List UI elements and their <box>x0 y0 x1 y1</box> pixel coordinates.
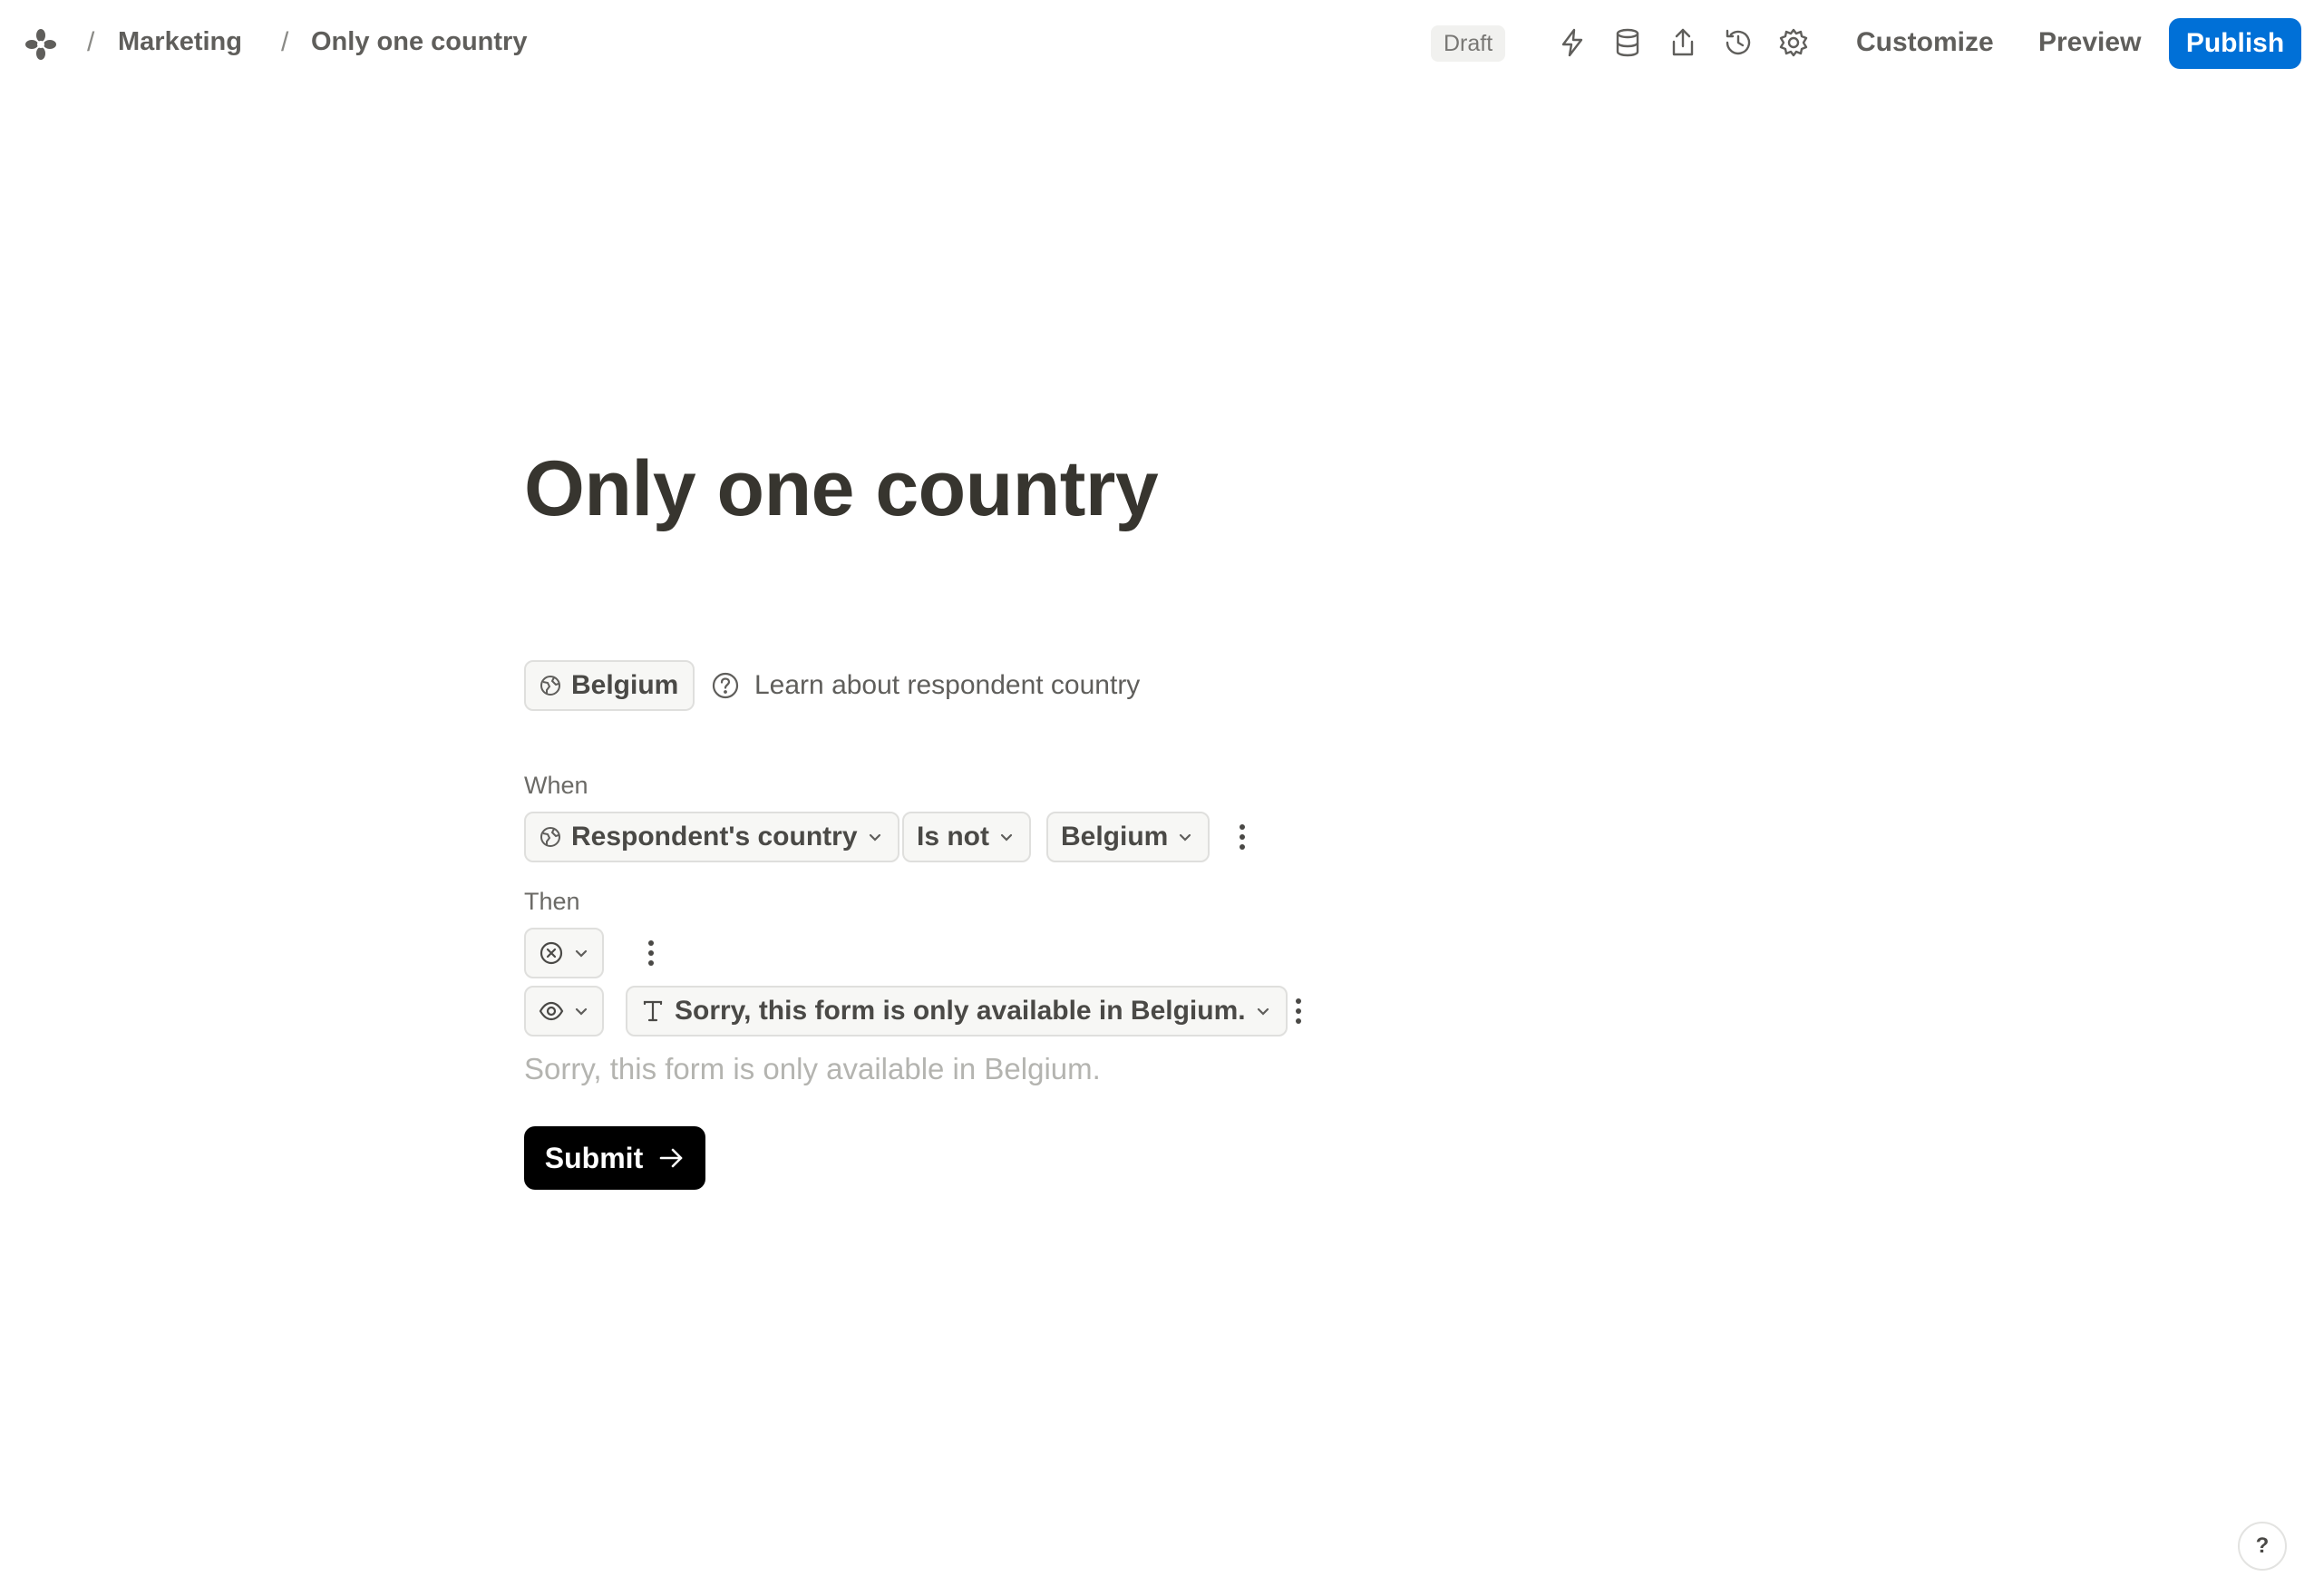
action-more-menu-icon[interactable] <box>638 935 664 971</box>
message-block-label: Sorry, this form is only available in Be… <box>675 996 1246 1026</box>
close-circle-icon <box>540 941 563 965</box>
breadcrumb-workspace[interactable]: Marketing <box>118 27 242 57</box>
lightning-icon[interactable] <box>1556 26 1589 59</box>
publish-button[interactable]: Publish <box>2169 18 2301 69</box>
message-more-menu-icon[interactable] <box>1286 993 1311 1029</box>
condition-more-menu-icon[interactable] <box>1230 819 1255 855</box>
chevron-down-icon <box>1257 1007 1269 1016</box>
condition-value-label: Belgium <box>1061 822 1169 852</box>
share-icon[interactable] <box>1667 26 1699 59</box>
database-icon[interactable] <box>1611 26 1644 59</box>
message-text-block[interactable]: Sorry, this form is only available in Be… <box>524 1052 1101 1086</box>
globe-icon <box>540 676 560 696</box>
then-label: Then <box>524 888 580 915</box>
gear-icon[interactable] <box>1777 26 1810 59</box>
condition-operator-select[interactable]: Is not <box>902 812 1031 862</box>
message-block-select[interactable]: Sorry, this form is only available in Be… <box>626 986 1288 1036</box>
condition-operator-label: Is not <box>917 822 989 852</box>
learn-link[interactable]: Learn about respondent country <box>711 660 1140 711</box>
country-badge-label: Belgium <box>571 670 679 700</box>
submit-button[interactable]: Submit <box>524 1126 705 1190</box>
form-title[interactable]: Only one country <box>524 444 1159 534</box>
condition-field-select[interactable]: Respondent's country <box>524 812 899 862</box>
breadcrumb-separator: / <box>281 27 289 57</box>
chevron-down-icon <box>1000 833 1013 842</box>
help-button[interactable]: ? <box>2238 1522 2287 1571</box>
action-type-select[interactable] <box>524 928 604 978</box>
history-icon[interactable] <box>1722 26 1755 59</box>
arrow-right-icon <box>659 1148 683 1168</box>
when-label: When <box>524 772 588 799</box>
breadcrumb-separator: / <box>87 27 95 57</box>
globe-icon <box>540 827 560 847</box>
status-badge: Draft <box>1431 25 1506 62</box>
text-icon <box>643 1000 663 1022</box>
chevron-down-icon <box>869 833 880 842</box>
workspace-logo-icon[interactable] <box>24 27 58 62</box>
visibility-select[interactable] <box>524 986 604 1036</box>
customize-button[interactable]: Customize <box>1856 27 1994 58</box>
condition-field-label: Respondent's country <box>571 822 858 852</box>
condition-value-select[interactable]: Belgium <box>1046 812 1210 862</box>
breadcrumb-form[interactable]: Only one country <box>311 27 527 57</box>
country-badge[interactable]: Belgium <box>524 660 695 711</box>
eye-icon <box>539 1001 564 1021</box>
preview-button[interactable]: Preview <box>2038 27 2141 58</box>
top-bar: / Marketing / Only one country Draft Cus… <box>0 0 2314 91</box>
help-circle-icon <box>712 672 739 699</box>
chevron-down-icon <box>575 1007 588 1016</box>
submit-button-label: Submit <box>544 1141 644 1174</box>
learn-link-label: Learn about respondent country <box>754 670 1141 700</box>
chevron-down-icon <box>575 949 588 958</box>
chevron-down-icon <box>1180 833 1191 842</box>
